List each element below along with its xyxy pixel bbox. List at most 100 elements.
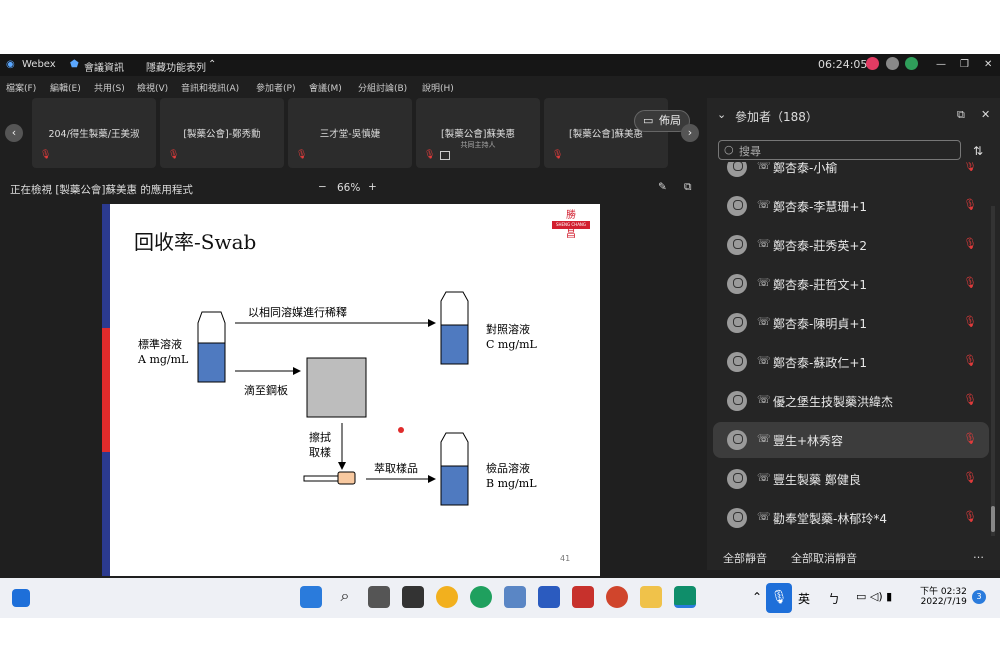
menu-meeting[interactable]: 會議(M) <box>309 81 342 94</box>
avatar <box>727 162 747 177</box>
tile-name: 204/得生製藥/王美淑 <box>48 129 140 140</box>
task-view-icon[interactable] <box>368 586 390 608</box>
avatar <box>727 196 747 216</box>
widgets-icon[interactable] <box>12 589 30 607</box>
extract-label: 萃取樣品 <box>374 462 418 475</box>
muted-mic-icon[interactable]: 🎙 <box>963 315 977 328</box>
phone-icon: ☏ <box>757 354 771 367</box>
video-tile[interactable]: [製藥公會]-鄭秀勳 🎙 <box>160 98 284 168</box>
tile-name: [製藥公會]-鄭秀勳 <box>183 129 261 140</box>
logo-bottom: 昌 <box>566 229 576 240</box>
webex-taskbar-icon[interactable] <box>674 586 696 608</box>
participant-row[interactable]: ☏ 鄭杏泰-陳明貞+1 🎙 <box>713 305 989 341</box>
notepad-icon[interactable] <box>504 586 526 608</box>
menu-view[interactable]: 檢視(V) <box>137 81 168 94</box>
more-options-icon[interactable]: … <box>973 548 984 561</box>
muted-mic-icon[interactable]: 🎙 <box>963 432 977 445</box>
wipe-label-1: 擦拭 <box>309 431 331 444</box>
phone-icon: ☏ <box>757 315 771 328</box>
participant-row[interactable]: ☏ 豐生製藥 鄭健良 🎙 <box>713 461 989 497</box>
start-icon[interactable] <box>300 586 322 608</box>
acrobat-icon[interactable] <box>572 586 594 608</box>
menu-edit[interactable]: 編輯(E) <box>50 81 81 94</box>
scrollbar-thumb[interactable] <box>991 506 995 532</box>
video-tile[interactable]: 204/得生製藥/王美淑 🎙 <box>32 98 156 168</box>
participant-row[interactable]: ☏ 鄭杏泰-莊哲文+1 🎙 <box>713 266 989 302</box>
sort-icon[interactable]: ⇅ <box>973 144 983 158</box>
menu-file[interactable]: 檔案(F) <box>6 81 36 94</box>
meeting-info-button[interactable]: 會議資訊 <box>84 59 124 74</box>
microphone-icon[interactable]: 🎙 <box>766 583 792 613</box>
tray-icons[interactable]: ▭ ◁) ▮ <box>856 590 892 603</box>
participant-row[interactable]: ☏ 鄭杏泰-蘇政仁+1 🎙 <box>713 344 989 380</box>
avatar <box>727 508 747 528</box>
zoom-out-button[interactable]: − <box>318 181 327 193</box>
hide-menu-button[interactable]: 隱藏功能表列 <box>146 59 206 74</box>
close-icon[interactable]: ✕ <box>984 59 992 70</box>
minimize-icon[interactable]: — <box>936 59 946 70</box>
zoom-in-button[interactable]: + <box>368 181 377 193</box>
phone-icon: ☏ <box>757 471 771 484</box>
menu-breakout[interactable]: 分組討論(B) <box>358 81 407 94</box>
video-tile[interactable]: [製藥公會]蘇美惠 共同主持人 🎙 <box>416 98 540 168</box>
ime-indicator[interactable]: ㄅ <box>828 590 840 607</box>
notification-badge[interactable]: 3 <box>972 590 986 604</box>
annotate-icon[interactable]: ✎ <box>658 181 667 193</box>
search-taskbar-icon[interactable]: ⌕ <box>334 586 356 608</box>
muted-mic-icon[interactable]: 🎙 <box>963 393 977 406</box>
muted-mic-icon[interactable]: 🎙 <box>963 471 977 484</box>
chevron-down-icon[interactable]: ⌄ <box>717 108 726 121</box>
search-icon: ○ <box>724 143 734 156</box>
popout-panel-icon[interactable]: ⧉ <box>957 108 965 122</box>
record-icon[interactable] <box>866 57 879 70</box>
clock[interactable]: 下午 02:32 2022/7/19 <box>920 584 967 607</box>
participant-row[interactable]: ☏ 鄭杏泰-李慧珊+1 🎙 <box>713 188 989 224</box>
mute-all-button[interactable]: 全部靜音 <box>723 550 767 566</box>
prev-tiles-button[interactable]: ‹ <box>5 124 23 142</box>
avatar <box>727 430 747 450</box>
chevron-up-icon[interactable]: ⌃ <box>208 59 216 70</box>
powerpoint-icon[interactable] <box>606 586 628 608</box>
layout-icon: ▭ <box>643 114 654 127</box>
language-indicator[interactable]: 英 <box>798 590 810 607</box>
menu-participants[interactable]: 參加者(P) <box>256 81 295 94</box>
sample-solution-label: 檢品溶液 <box>486 462 530 475</box>
participant-row-hovered[interactable]: ☏ 豐生+林秀容 🎙 <box>713 422 989 458</box>
participant-row[interactable]: ☏ 優之堡生技製藥洪緯杰 🎙 <box>713 383 989 419</box>
file-explorer-icon[interactable] <box>640 586 662 608</box>
word-icon[interactable] <box>538 586 560 608</box>
notes-icon[interactable] <box>402 586 424 608</box>
muted-mic-icon[interactable]: 🎙 <box>963 162 977 172</box>
participant-row[interactable]: ☏ 鄭杏泰-莊秀英+2 🎙 <box>713 227 989 263</box>
menu-share[interactable]: 共用(S) <box>94 81 125 94</box>
tile-name: [製藥公會]蘇美惠 <box>441 129 515 140</box>
search-input[interactable]: ○ 搜尋 <box>718 140 961 160</box>
restore-icon[interactable]: ❐ <box>960 59 969 70</box>
slide-canvas <box>102 204 469 576</box>
unmute-all-button[interactable]: 全部取消靜音 <box>791 550 857 566</box>
chevron-up-icon[interactable]: ⌃ <box>752 590 762 604</box>
shared-slide: 回收率-Swab 勝 SHENG CHANG 昌 標準溶液 A mg/mL 以相同溶媒… <box>102 204 600 576</box>
participant-row[interactable]: ☏ 鄭杏泰-小榆 🎙 <box>713 162 989 185</box>
menu-audio-video[interactable]: 音訊和視訊(A) <box>181 81 239 94</box>
participant-row[interactable]: ☏ 勸奉堂製藥-林郁玲*4 🎙 <box>713 500 989 536</box>
phone-icon: ☏ <box>757 162 771 172</box>
muted-mic-icon[interactable]: 🎙 <box>963 276 977 289</box>
status-icon[interactable] <box>886 57 899 70</box>
edge-icon[interactable] <box>470 586 492 608</box>
video-tile[interactable]: [製藥公會]蘇美惠 🎙 <box>544 98 668 168</box>
muted-mic-icon[interactable]: 🎙 <box>963 237 977 250</box>
network-icon[interactable] <box>905 57 918 70</box>
muted-mic-icon[interactable]: 🎙 <box>963 510 977 523</box>
clock-time: 下午 02:32 <box>920 587 967 597</box>
muted-mic-icon[interactable]: 🎙 <box>963 354 977 367</box>
next-tiles-button[interactable]: › <box>681 124 699 142</box>
participant-name: 勸奉堂製藥-林郁玲*4 <box>773 512 887 526</box>
chrome-icon[interactable] <box>436 586 458 608</box>
scrollbar[interactable] <box>991 206 995 536</box>
video-tile[interactable]: 三才堂-吳慎婕 🎙 <box>288 98 412 168</box>
close-panel-icon[interactable]: ✕ <box>981 108 990 121</box>
muted-mic-icon[interactable]: 🎙 <box>963 198 977 211</box>
popout-icon[interactable]: ⧉ <box>684 181 692 194</box>
menu-help[interactable]: 說明(H) <box>422 81 454 94</box>
